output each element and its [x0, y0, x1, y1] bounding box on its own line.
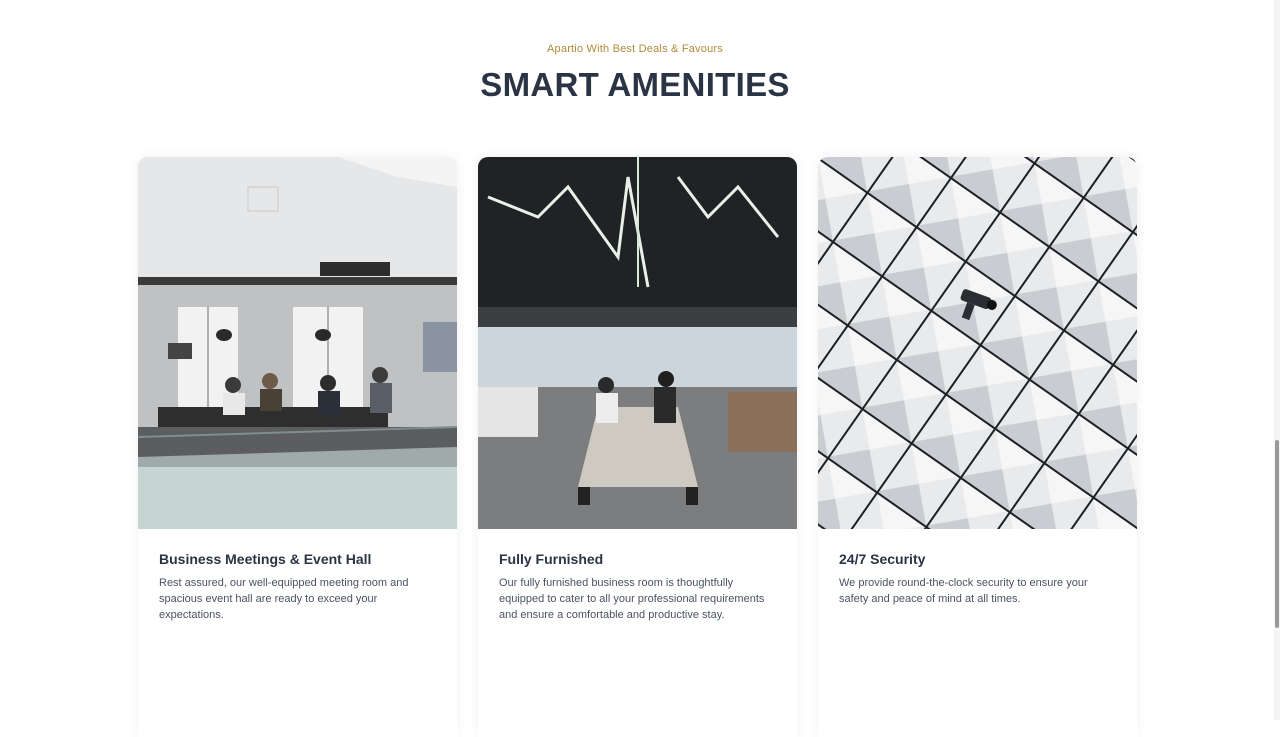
card-title: Business Meetings & Event Hall — [159, 551, 372, 567]
amenity-card-meetings[interactable]: Business Meetings & Event Hall Rest assu… — [138, 157, 457, 737]
security-image — [818, 157, 1137, 529]
card-title: Fully Furnished — [499, 551, 604, 567]
card-description: Rest assured, our well-equipped meeting … — [159, 577, 409, 621]
section-eyebrow: Apartio With Best Deals & Favours — [547, 43, 723, 55]
open-office-image — [478, 157, 797, 529]
meeting-room-image — [138, 157, 457, 529]
amenity-card-furnished[interactable]: Fully Furnished Our fully furnished busi… — [478, 157, 797, 737]
card-description: Our fully furnished business room is tho… — [499, 577, 765, 621]
scrollbar[interactable] — [1274, 0, 1280, 720]
amenity-card-security[interactable]: 24/7 Security We provide round-the-clock… — [818, 157, 1137, 737]
section-title: SMART AMENITIES — [480, 66, 790, 103]
scrollbar-thumb[interactable] — [1275, 440, 1279, 628]
card-title: 24/7 Security — [839, 551, 926, 567]
card-description: We provide round-the-clock security to e… — [839, 577, 1088, 605]
